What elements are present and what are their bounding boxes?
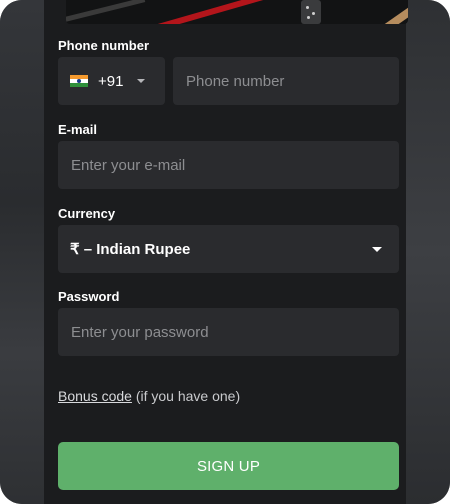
currency-select[interactable]: ₹ – Indian Rupee bbox=[58, 225, 399, 273]
background-left bbox=[0, 0, 44, 504]
chevron-down-icon bbox=[137, 79, 146, 83]
password-placeholder: Enter your password bbox=[71, 323, 209, 341]
email-label: E-mail bbox=[58, 122, 98, 137]
country-code-value: +91 bbox=[98, 72, 124, 90]
password-label: Password bbox=[58, 289, 120, 304]
country-code-select[interactable]: +91 bbox=[58, 57, 165, 105]
phone-placeholder: Phone number bbox=[186, 72, 285, 90]
promo-banner-image bbox=[66, 0, 408, 24]
app-frame: Phone number +91 Phone number E-mail Ent… bbox=[0, 0, 450, 504]
india-flag-icon bbox=[70, 75, 88, 87]
email-placeholder: Enter your e-mail bbox=[71, 156, 186, 174]
bonus-code-row: Bonus code (if you have one) bbox=[58, 388, 240, 404]
bonus-code-hint: (if you have one) bbox=[131, 388, 241, 404]
currency-label: Currency bbox=[58, 206, 116, 221]
bonus-code-link[interactable]: Bonus code bbox=[58, 388, 132, 404]
password-input[interactable]: Enter your password bbox=[58, 308, 399, 356]
email-input[interactable]: Enter your e-mail bbox=[58, 141, 399, 189]
phone-input[interactable]: Phone number bbox=[173, 57, 399, 105]
signup-button[interactable]: SIGN UP bbox=[58, 442, 399, 490]
phone-label: Phone number bbox=[58, 38, 150, 53]
currency-value: ₹ – Indian Rupee bbox=[70, 241, 191, 258]
background-right bbox=[406, 0, 450, 504]
chevron-down-icon bbox=[372, 246, 382, 252]
